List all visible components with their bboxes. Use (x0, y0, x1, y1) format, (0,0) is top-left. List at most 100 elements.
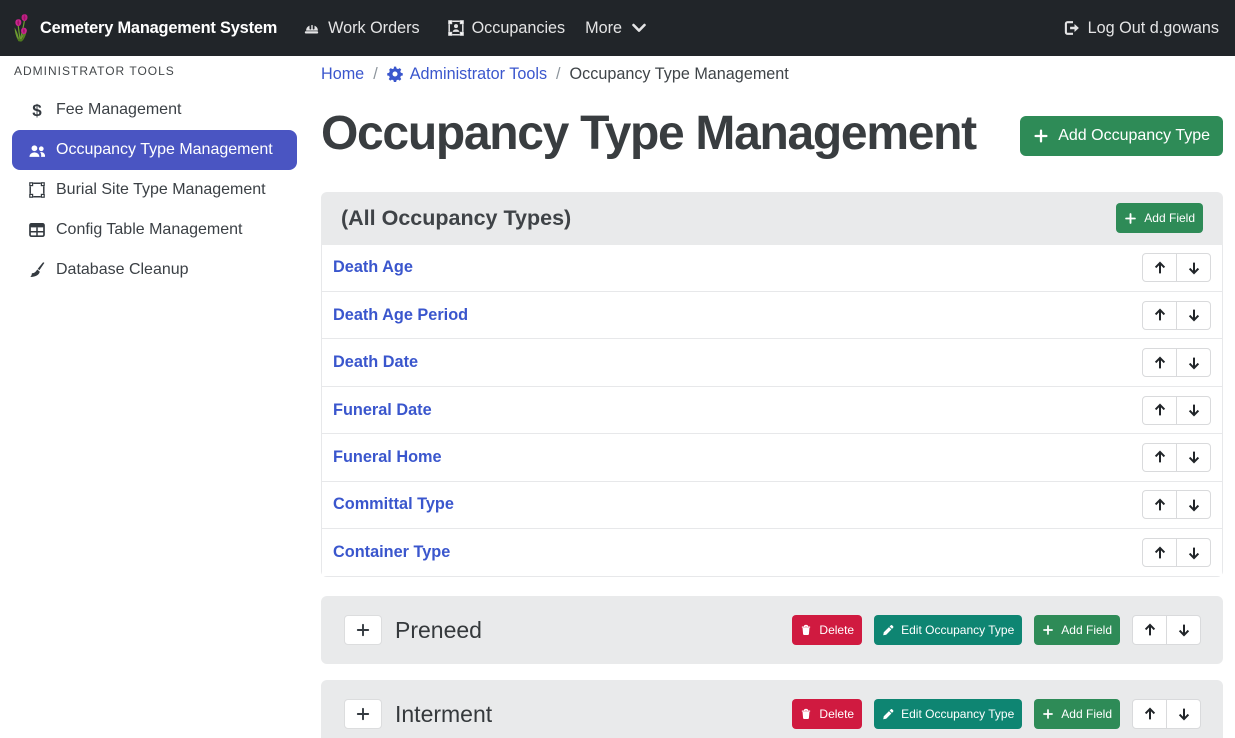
move-up-button[interactable] (1142, 443, 1177, 472)
move-up-button[interactable] (1142, 490, 1177, 519)
plus-icon (355, 622, 371, 638)
section-title: Preneed (395, 617, 482, 644)
section-title: Interment (395, 701, 492, 728)
move-down-button[interactable] (1176, 396, 1211, 425)
main-content: Home / Administrator Tools / Occupancy T… (309, 56, 1235, 738)
all-occupancy-types-card: (All Occupancy Types) Add Field Death Ag… (321, 192, 1223, 578)
reorder-buttons (1142, 396, 1211, 425)
breadcrumb-separator: / (556, 65, 561, 84)
app-brand[interactable]: Cemetery Management System (13, 14, 277, 43)
sidebar-item-burial-site-type-management[interactable]: Burial Site Type Management (12, 170, 297, 210)
move-down-button[interactable] (1176, 490, 1211, 519)
page-header: Occupancy Type Management Add Occupancy … (321, 106, 1223, 162)
sidebar-item-occupancy-type-management[interactable]: Occupancy Type Management (12, 130, 297, 170)
add-field-button[interactable]: Add Field (1034, 615, 1120, 645)
add-field-button[interactable]: Add Field (1116, 203, 1203, 233)
gear-icon (387, 66, 403, 82)
add-field-button[interactable]: Add Field (1034, 699, 1120, 729)
add-occupancy-type-button[interactable]: Add Occupancy Type (1020, 116, 1223, 156)
expand-button[interactable] (344, 699, 382, 729)
sidebar: ADMINISTRATOR TOOLS $ Fee Management Occ… (0, 56, 309, 738)
move-up-button[interactable] (1142, 301, 1177, 330)
move-up-button[interactable] (1142, 396, 1177, 425)
move-up-button[interactable] (1142, 348, 1177, 377)
field-link[interactable]: Committal Type (333, 495, 454, 514)
hard-hat-icon (303, 20, 320, 36)
arrow-down-icon (1186, 545, 1202, 561)
card-title: (All Occupancy Types) (341, 206, 571, 231)
arrow-down-icon (1186, 497, 1202, 513)
plus-icon (1124, 212, 1137, 225)
move-down-button[interactable] (1166, 615, 1201, 645)
breadcrumb-home-link[interactable]: Home (321, 65, 364, 84)
dollar-icon: $ (27, 102, 47, 119)
logout-button[interactable]: Log Out d.gowans (1063, 19, 1219, 38)
field-link[interactable]: Funeral Date (333, 401, 432, 420)
arrow-up-icon (1142, 622, 1158, 638)
nav-occupancies[interactable]: Occupancies (448, 19, 566, 38)
move-down-button[interactable] (1176, 443, 1211, 472)
reorder-buttons (1142, 443, 1211, 472)
sidebar-item-label: Fee Management (56, 101, 181, 119)
arrow-up-icon (1142, 706, 1158, 722)
field-link[interactable]: Container Type (333, 543, 450, 562)
table-icon (27, 222, 47, 238)
move-up-button[interactable] (1142, 253, 1177, 282)
expand-button[interactable] (344, 615, 382, 645)
arrow-up-icon (1152, 402, 1168, 418)
plus-icon (1033, 128, 1049, 144)
chevron-down-icon (631, 20, 647, 36)
top-navbar: Cemetery Management System Work Orders O… (0, 0, 1235, 56)
move-down-button[interactable] (1166, 699, 1201, 729)
edit-occupancy-type-button[interactable]: Edit Occupancy Type (874, 615, 1022, 645)
delete-button[interactable]: Delete (792, 615, 862, 645)
field-row: Death Age (322, 245, 1222, 292)
sidebar-item-label: Occupancy Type Management (56, 141, 273, 159)
field-link[interactable]: Death Date (333, 353, 418, 372)
sidebar-heading: ADMINISTRATOR TOOLS (0, 64, 309, 78)
tulips-logo-icon (13, 14, 30, 43)
reorder-buttons (1142, 348, 1211, 377)
move-down-button[interactable] (1176, 253, 1211, 282)
nav-more[interactable]: More (585, 19, 647, 38)
bounding-box-icon (27, 182, 47, 198)
add-field-label: Add Field (1061, 707, 1112, 721)
field-link[interactable]: Death Age Period (333, 306, 468, 325)
sidebar-item-config-table-management[interactable]: Config Table Management (12, 210, 297, 250)
trash-icon (800, 623, 812, 637)
sidebar-item-database-cleanup[interactable]: Database Cleanup (12, 250, 297, 290)
move-up-button[interactable] (1132, 615, 1167, 645)
nav-work-orders[interactable]: Work Orders (303, 19, 419, 38)
field-row: Funeral Home (322, 434, 1222, 481)
move-down-button[interactable] (1176, 348, 1211, 377)
arrow-down-icon (1186, 449, 1202, 465)
move-down-button[interactable] (1176, 538, 1211, 567)
add-occupancy-type-label: Add Occupancy Type (1058, 127, 1210, 145)
person-bounding-box-icon (448, 20, 464, 36)
field-row: Death Age Period (322, 292, 1222, 339)
field-link[interactable]: Death Age (333, 258, 413, 277)
box-arrow-right-icon (1063, 20, 1080, 36)
field-row: Container Type (322, 529, 1222, 576)
breadcrumb-admin-tools-link[interactable]: Administrator Tools (387, 65, 547, 84)
arrow-up-icon (1152, 260, 1168, 276)
plus-icon (1042, 624, 1054, 636)
pencil-icon (882, 708, 894, 721)
field-link[interactable]: Funeral Home (333, 448, 442, 467)
broom-icon (27, 262, 47, 278)
sidebar-item-label: Config Table Management (56, 221, 243, 239)
move-up-button[interactable] (1132, 699, 1167, 729)
sidebar-menu: $ Fee Management Occupancy Type Manageme… (0, 90, 309, 290)
plus-icon (1042, 708, 1054, 720)
move-up-button[interactable] (1142, 538, 1177, 567)
arrow-up-icon (1152, 449, 1168, 465)
delete-button[interactable]: Delete (792, 699, 862, 729)
breadcrumb-separator: / (373, 65, 378, 84)
card-header: (All Occupancy Types) Add Field (321, 192, 1223, 245)
edit-occupancy-type-button[interactable]: Edit Occupancy Type (874, 699, 1022, 729)
sidebar-item-fee-management[interactable]: $ Fee Management (12, 90, 297, 130)
move-down-button[interactable] (1176, 301, 1211, 330)
section-actions: Delete Edit Occupancy Type Add Field (792, 615, 1201, 645)
field-row: Death Date (322, 339, 1222, 386)
reorder-buttons (1142, 538, 1211, 567)
